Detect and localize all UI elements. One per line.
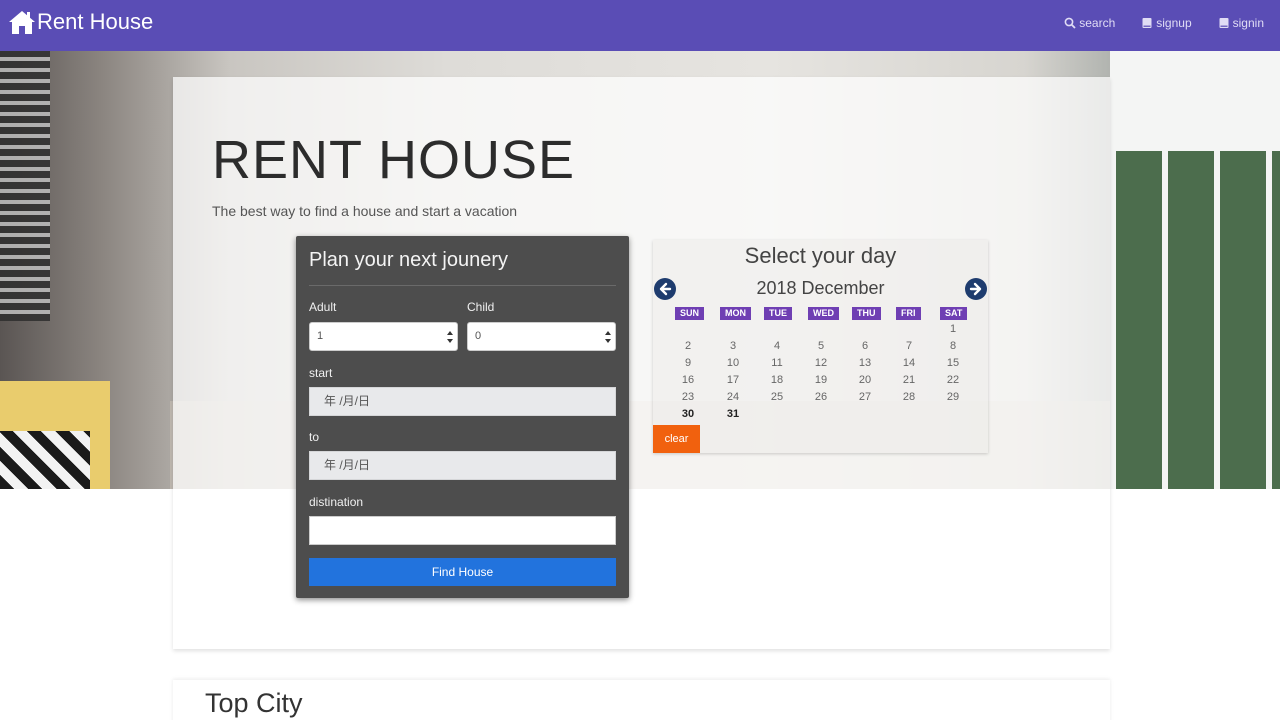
start-date-input[interactable]: 年 /月/日 bbox=[309, 387, 616, 416]
pillow-decor bbox=[0, 431, 90, 489]
calendar-day[interactable]: 3 bbox=[718, 340, 748, 352]
nav-search-label: search bbox=[1079, 16, 1116, 30]
date-calendar: Select your day 2018 December SUN MON TUE W… bbox=[653, 240, 988, 453]
adult-select-value: 1 bbox=[317, 330, 324, 342]
calendar-day[interactable]: 16 bbox=[673, 374, 703, 386]
top-city-section: Top City bbox=[173, 680, 1110, 720]
calendar-day[interactable]: 31 bbox=[718, 408, 748, 420]
calendar-day[interactable]: 7 bbox=[894, 340, 924, 352]
child-select-value: 0 bbox=[475, 330, 482, 342]
calendar-day[interactable]: 10 bbox=[718, 357, 748, 369]
calendar-day[interactable]: 29 bbox=[938, 391, 968, 403]
weekday-header: MON bbox=[720, 307, 751, 320]
calendar-day[interactable]: 26 bbox=[806, 391, 836, 403]
calendar-day[interactable]: 13 bbox=[850, 357, 880, 369]
calendar-day[interactable]: 17 bbox=[718, 374, 748, 386]
brand-link[interactable]: Rent House bbox=[8, 8, 153, 36]
end-date-input[interactable]: 年 /月/日 bbox=[309, 451, 616, 480]
book-icon bbox=[1219, 18, 1229, 28]
calendar-day[interactable]: 28 bbox=[894, 391, 924, 403]
nav-signup-label: signup bbox=[1156, 16, 1192, 30]
weekday-header: SAT bbox=[940, 307, 968, 320]
form-divider bbox=[309, 285, 616, 286]
nav-links: search signup signin bbox=[1054, 14, 1280, 32]
search-icon bbox=[1064, 17, 1076, 29]
weekday-header: FRI bbox=[896, 307, 921, 320]
calendar-day[interactable]: 27 bbox=[850, 391, 880, 403]
brand-label: Rent House bbox=[37, 9, 154, 34]
adult-select[interactable]: 1 bbox=[309, 322, 458, 351]
calendar-day[interactable]: 1 bbox=[938, 323, 968, 335]
calendar-day[interactable]: 21 bbox=[894, 374, 924, 386]
find-house-button[interactable]: Find House bbox=[309, 558, 616, 586]
weekday-header: THU bbox=[852, 307, 881, 320]
child-label: Child bbox=[467, 300, 495, 314]
calendar-title: Select your day bbox=[744, 243, 897, 268]
select-arrows-icon bbox=[605, 331, 611, 343]
calendar-day[interactable]: 11 bbox=[762, 357, 792, 369]
child-select[interactable]: 0 bbox=[467, 322, 616, 351]
window-decor bbox=[1110, 51, 1280, 489]
calendar-day[interactable]: 6 bbox=[850, 340, 880, 352]
arrow-left-icon bbox=[659, 282, 672, 296]
nav-signin-label: signin bbox=[1232, 16, 1264, 30]
weekday-header: WED bbox=[808, 307, 839, 320]
nav-search-link[interactable]: search bbox=[1064, 14, 1115, 32]
calendar-day[interactable]: 25 bbox=[762, 391, 792, 403]
calendar-day[interactable]: 19 bbox=[806, 374, 836, 386]
wall-art bbox=[0, 51, 50, 321]
calendar-day[interactable]: 30 bbox=[673, 408, 703, 420]
calendar-day[interactable]: 14 bbox=[894, 357, 924, 369]
destination-label: distination bbox=[309, 495, 364, 509]
calendar-day[interactable]: 15 bbox=[938, 357, 968, 369]
weekday-header: SUN bbox=[675, 307, 705, 320]
navbar: Rent House search signup signin bbox=[0, 0, 1280, 51]
page-subtitle: The best way to find a house and start a… bbox=[212, 203, 518, 219]
form-title: Plan your next jounery bbox=[309, 249, 509, 271]
book-icon bbox=[1142, 18, 1152, 28]
prev-month-button[interactable] bbox=[654, 278, 676, 300]
calendar-day[interactable]: 20 bbox=[850, 374, 880, 386]
section-title: Top City bbox=[205, 688, 303, 718]
nav-signin-link[interactable]: signin bbox=[1218, 14, 1264, 32]
calendar-day[interactable]: 24 bbox=[718, 391, 748, 403]
arrow-right-icon bbox=[969, 282, 982, 296]
page-title: RENT HOUSE bbox=[212, 130, 576, 190]
destination-input[interactable] bbox=[309, 516, 616, 545]
adult-label: Adult bbox=[309, 300, 337, 314]
calendar-day[interactable]: 23 bbox=[673, 391, 703, 403]
calendar-day[interactable]: 2 bbox=[673, 340, 703, 352]
calendar-day[interactable]: 5 bbox=[806, 340, 836, 352]
next-month-button[interactable] bbox=[965, 278, 987, 300]
clear-button[interactable]: clear bbox=[653, 425, 700, 453]
select-arrows-icon bbox=[447, 331, 453, 343]
nav-signup-link[interactable]: signup bbox=[1141, 14, 1192, 32]
calendar-month: 2018 December bbox=[756, 278, 885, 298]
calendar-day[interactable]: 9 bbox=[673, 357, 703, 369]
to-label: to bbox=[309, 430, 320, 444]
calendar-day[interactable]: 4 bbox=[762, 340, 792, 352]
calendar-day[interactable]: 18 bbox=[762, 374, 792, 386]
calendar-day[interactable]: 12 bbox=[806, 357, 836, 369]
calendar-day[interactable]: 8 bbox=[938, 340, 968, 352]
calendar-day[interactable]: 22 bbox=[938, 374, 968, 386]
home-icon bbox=[9, 11, 35, 34]
start-label: start bbox=[309, 366, 333, 380]
search-form: Plan your next jounery Adult 1 Child 0 s… bbox=[296, 236, 629, 598]
weekday-header: TUE bbox=[764, 307, 792, 320]
